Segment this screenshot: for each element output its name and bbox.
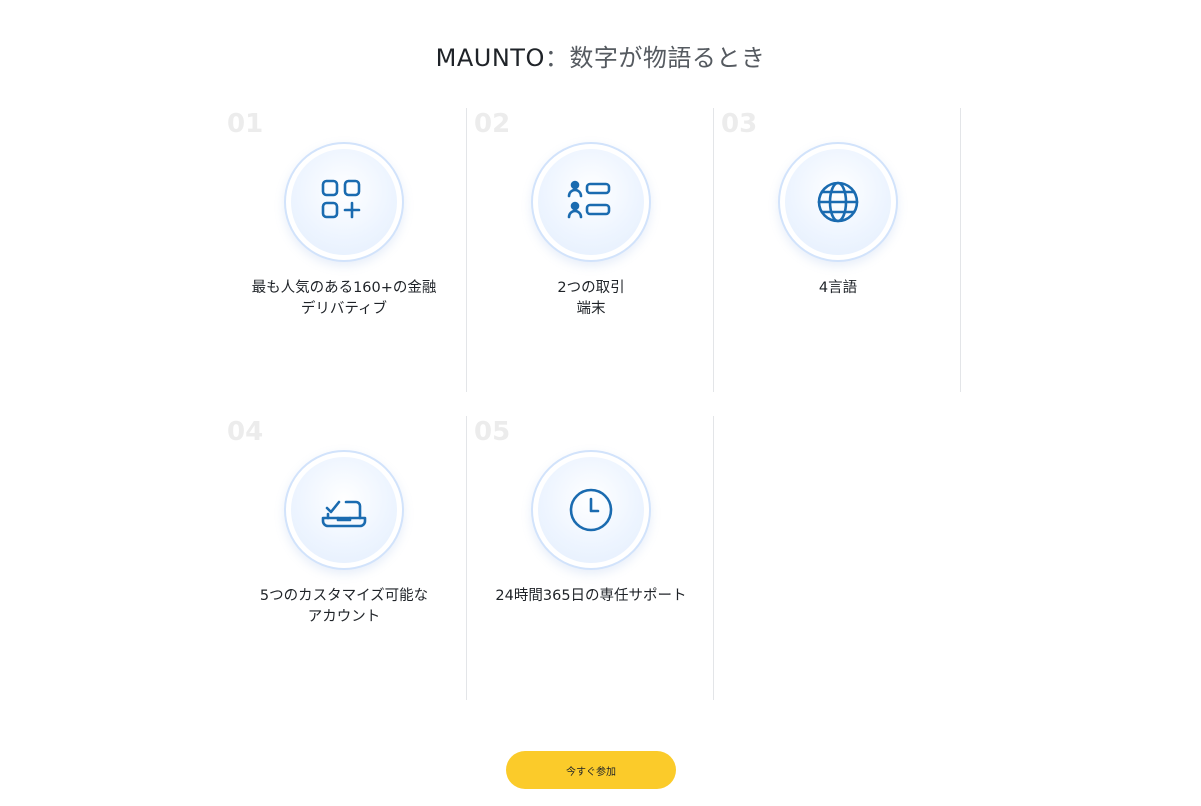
feature-icon-circle bbox=[284, 142, 404, 262]
feature-card-accounts: 04 5つのカスタマイズ可能な アカウント bbox=[221, 416, 467, 700]
feature-label: 24時間365日の専任サポート bbox=[468, 586, 714, 607]
features-grid: 01 最も人気のある160+の金融 デリバティブ 02 2つの取引 端末 03 … bbox=[221, 108, 961, 700]
title-brand: MAUNTO bbox=[435, 44, 545, 72]
feature-label: 5つのカスタマイズ可能な アカウント bbox=[221, 586, 467, 628]
feature-label-line2: アカウント bbox=[307, 609, 381, 625]
join-now-button[interactable]: 今すぐ参加 bbox=[506, 751, 676, 789]
feature-icon-circle bbox=[531, 142, 651, 262]
page-title: MAUNTO：数字が物語るとき bbox=[0, 38, 1201, 73]
users-list-icon bbox=[567, 180, 611, 219]
feature-number: 01 bbox=[227, 109, 264, 139]
feature-label-line1: 24時間365日の専任サポート bbox=[495, 588, 687, 604]
clock-icon bbox=[569, 488, 613, 532]
feature-label-line1: 5つのカスタマイズ可能な bbox=[259, 588, 429, 604]
title-rest: ：数字が物語るとき bbox=[544, 44, 766, 72]
feature-number: 05 bbox=[474, 417, 511, 447]
feature-label-line1: 4言語 bbox=[818, 280, 858, 296]
feature-icon-circle bbox=[778, 142, 898, 262]
feature-icon-circle bbox=[284, 450, 404, 570]
feature-label: 2つの取引 端末 bbox=[468, 278, 714, 320]
feature-number: 02 bbox=[474, 109, 511, 139]
feature-label-line2: デリバティブ bbox=[300, 301, 388, 317]
feature-label: 最も人気のある160+の金融 デリバティブ bbox=[221, 278, 467, 320]
feature-number: 04 bbox=[227, 417, 264, 447]
page: MAUNTO：数字が物語るとき 01 最も人気のある160+の金融 デリバティブ… bbox=[0, 0, 1201, 806]
feature-label-line1: 2つの取引 bbox=[557, 280, 625, 296]
feature-number: 03 bbox=[721, 109, 758, 139]
globe-icon bbox=[817, 181, 859, 223]
feature-label-line1: 最も人気のある160+の金融 bbox=[251, 280, 437, 296]
apps-plus-icon bbox=[321, 179, 361, 219]
feature-label: 4言語 bbox=[715, 278, 961, 299]
feature-card-support: 05 24時間365日の専任サポート bbox=[468, 416, 714, 700]
feature-card-terminals: 02 2つの取引 端末 bbox=[468, 108, 714, 392]
feature-card-languages: 03 4言語 bbox=[715, 108, 961, 392]
laptop-check-icon bbox=[321, 500, 367, 528]
feature-icon-circle bbox=[531, 450, 651, 570]
feature-card-instruments: 01 最も人気のある160+の金融 デリバティブ bbox=[221, 108, 467, 392]
feature-label-line2: 端末 bbox=[576, 301, 606, 317]
